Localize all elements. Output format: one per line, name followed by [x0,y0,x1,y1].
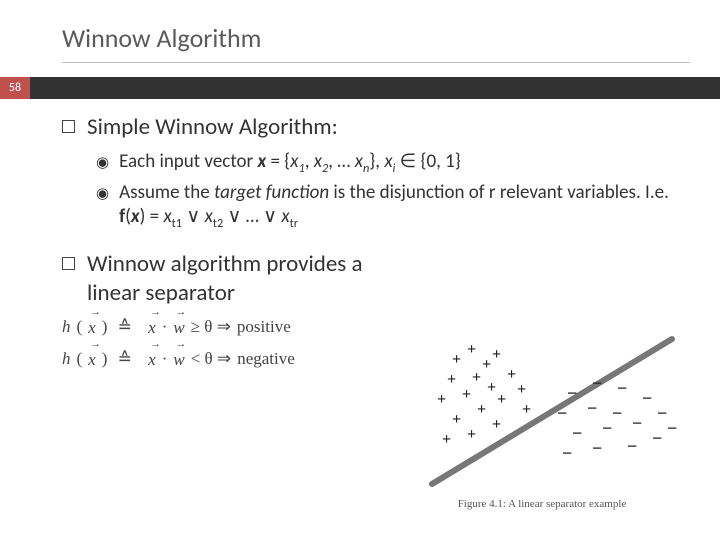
sub2-mid1: target function [214,181,329,204]
bullet-1: Simple Winnow Algorithm: [62,113,690,142]
slide-title: Winnow Algorithm [0,0,720,62]
sub-bullet-2-text: Assume the target function is the disjun… [119,181,690,233]
bullet-marker [62,257,75,270]
svg-text:+: + [437,391,446,408]
svg-text:−: − [627,436,637,456]
sub-marker-icon: ◉ [96,153,109,172]
svg-text:+: + [507,366,516,383]
separator-figure: +++ +++ +++ +++ +++ +++ −−− −−− −−− −−− … [392,324,692,510]
svg-text:+: + [442,431,451,448]
svg-text:−: − [642,388,652,408]
svg-text:−: − [617,378,627,398]
bullet-2: Winnow algorithm provides a linear separ… [62,250,690,308]
sub-list-1: ◉ Each input vector x = {x1, x2, … xn}, … [96,150,690,232]
svg-text:+: + [452,351,461,368]
sub-bullet-1-text: Each input vector x = {x1, x2, … xn}, xi… [119,150,461,177]
sub-marker-icon: ◉ [96,184,109,203]
svg-text:+: + [467,426,476,443]
svg-text:−: − [592,438,602,458]
math-pos-label: positive [237,317,291,337]
svg-text:−: − [557,403,567,423]
svg-text:+: + [492,416,501,433]
page-number-badge: 58 [0,77,30,99]
sub-bullet-1: ◉ Each input vector x = {x1, x2, … xn}, … [96,150,690,177]
bullet-1-text: Simple Winnow Algorithm: [87,113,338,142]
svg-text:−: − [612,403,622,423]
svg-text:+: + [482,356,491,373]
sub1-prefix: Each input vector [119,150,257,173]
svg-text:+: + [472,369,481,386]
svg-text:−: − [592,373,602,393]
svg-text:−: − [587,398,597,418]
svg-text:+: + [462,386,471,403]
svg-text:+: + [477,401,486,418]
sub-bullet-2: ◉ Assume the target function is the disj… [96,181,690,233]
sub2-prefix: Assume the [119,181,214,204]
math-neg-label: negative [237,349,295,369]
svg-text:+: + [452,411,461,428]
header-bar: 58 [0,77,720,99]
bullet-marker [62,120,75,133]
bullet-2-text: Winnow algorithm provides a linear separ… [87,250,407,308]
linear-separator-illustration: +++ +++ +++ +++ +++ +++ −−− −−− −−− −−− … [392,324,692,494]
def-symbol: ≙ [118,349,132,369]
content-area: Simple Winnow Algorithm: ◉ Each input ve… [0,99,720,308]
title-underline [62,62,690,63]
svg-text:−: − [562,443,572,463]
svg-text:+: + [447,371,456,388]
svg-text:−: − [652,428,662,448]
svg-text:+: + [522,401,531,418]
def-symbol: ≙ [118,317,132,337]
svg-text:−: − [632,413,642,433]
figure-caption: Figure 4.1: A linear separator example [392,498,692,510]
svg-text:+: + [517,381,526,398]
svg-text:−: − [602,418,612,438]
svg-text:+: + [497,391,506,408]
sub2-mid2: is the disjunction of r relevant variabl… [329,181,669,204]
svg-text:−: − [572,423,582,443]
svg-text:−: − [567,383,577,403]
svg-text:−: − [657,403,667,423]
svg-text:+: + [487,379,496,396]
svg-text:+: + [467,341,476,358]
svg-text:+: + [492,346,501,363]
svg-text:−: − [667,418,677,438]
